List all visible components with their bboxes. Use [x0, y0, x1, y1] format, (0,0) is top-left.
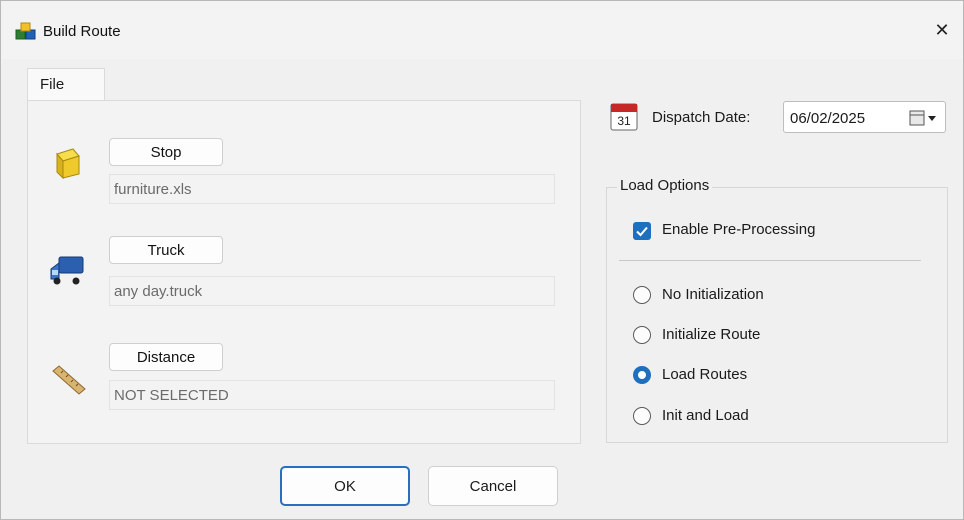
stop-file-field: furniture.xls — [109, 174, 555, 204]
tab-file-label: File — [40, 76, 65, 93]
load-options-legend: Load Options — [617, 177, 713, 194]
radio-init-and-load[interactable] — [633, 407, 651, 425]
tab-file[interactable]: File — [27, 68, 105, 102]
close-icon: ✕ — [934, 19, 950, 40]
distance-button[interactable]: Distance — [109, 343, 223, 371]
stop-button[interactable]: Stop — [109, 138, 223, 166]
window-title: Build Route — [43, 23, 121, 40]
radio-load-routes[interactable] — [633, 366, 651, 384]
dispatch-date-value: 06/02/2025 — [790, 110, 866, 127]
radio-init-and-load-label: Init and Load — [662, 407, 749, 424]
radio-no-initialization-label: No Initialization — [662, 286, 764, 303]
box-icon — [56, 148, 80, 180]
build-route-dialog: Build Route ✕ File Stop furniture.xls Tr… — [0, 0, 964, 520]
truck-icon — [50, 256, 84, 285]
calendar-icon: 31 — [610, 103, 638, 131]
ruler-icon — [52, 365, 86, 395]
dispatch-date-input[interactable]: 06/02/2025 — [783, 101, 946, 133]
truck-file-field: any day.truck — [109, 276, 555, 306]
distance-file-field: NOT SELECTED — [109, 380, 555, 410]
radio-load-routes-label: Load Routes — [662, 366, 748, 383]
pre-processing-label: Enable Pre-Processing — [662, 221, 816, 238]
calendar-dropdown-icon[interactable] — [909, 109, 939, 127]
dispatch-date-label: Dispatch Date: — [652, 109, 751, 126]
pre-processing-checkbox[interactable] — [633, 222, 651, 240]
check-icon — [636, 226, 648, 237]
divider — [619, 260, 921, 261]
svg-text:31: 31 — [617, 114, 631, 128]
app-icon — [15, 22, 36, 40]
ok-button[interactable]: OK — [280, 466, 410, 506]
radio-initialize-route[interactable] — [633, 326, 651, 344]
radio-no-initialization[interactable] — [633, 286, 651, 304]
radio-initialize-route-label: Initialize Route — [662, 326, 761, 343]
title-bar: Build Route ✕ — [1, 1, 963, 59]
truck-button[interactable]: Truck — [109, 236, 223, 264]
cancel-button[interactable]: Cancel — [428, 466, 558, 506]
close-button[interactable]: ✕ — [925, 15, 959, 45]
